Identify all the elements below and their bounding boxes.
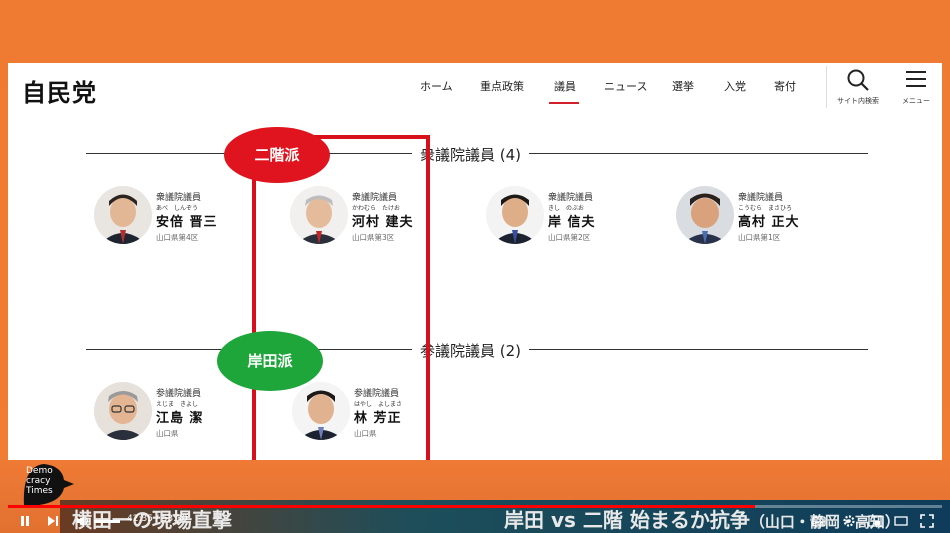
- nikai-faction-label: 二階派: [224, 127, 330, 183]
- player-controls: 42:35 / 53:30: [0, 510, 950, 533]
- nav-item-policy[interactable]: 重点政策: [480, 78, 524, 94]
- member-photo: [486, 186, 544, 244]
- highlight-box: [252, 135, 430, 474]
- settings-gear-icon[interactable]: [842, 514, 856, 528]
- playback-time: 42:35 / 53:30: [127, 514, 188, 524]
- video-progress-bar[interactable]: [8, 505, 942, 508]
- hamburger-icon: [906, 71, 926, 87]
- member-photo: [94, 186, 152, 244]
- member-role: 衆議院議員: [738, 193, 784, 203]
- volume-slider[interactable]: [94, 520, 120, 523]
- miniplayer-icon[interactable]: [868, 514, 882, 528]
- member-card-kishi[interactable]: 衆議院議員 きし のぶお 岸 信夫 山口県第2区: [486, 186, 636, 256]
- nav-active-indicator: [549, 102, 579, 104]
- nav-item-home[interactable]: ホーム: [420, 78, 453, 94]
- menu-button[interactable]: メニュー: [898, 66, 934, 106]
- member-card-abe[interactable]: 衆議院議員 あべ しんぞう 安倍 晋三 山口県第4区: [94, 186, 244, 256]
- nav-item-donate[interactable]: 寄付: [774, 78, 796, 94]
- next-icon[interactable]: [46, 514, 60, 528]
- nav-item-news[interactable]: ニュース: [604, 78, 647, 94]
- site-search-button[interactable]: サイト内検索: [836, 66, 880, 106]
- member-district: 山口県: [156, 429, 179, 438]
- member-photo: [676, 186, 734, 244]
- member-card-ejima[interactable]: 参議院議員 えじま きよし 江島 潔 山口県: [94, 382, 244, 452]
- nav-item-election[interactable]: 選挙: [672, 78, 694, 94]
- member-card-komura[interactable]: 衆議院議員 こうむら まさひろ 高村 正大 山口県第1区: [676, 186, 836, 256]
- kishida-faction-label: 岸田派: [217, 331, 323, 391]
- member-role: 参議院議員: [156, 389, 202, 399]
- party-logo[interactable]: 自民党: [22, 73, 97, 108]
- search-label: サイト内検索: [837, 97, 879, 105]
- channel-logo-text: Demo cracy Times: [26, 466, 53, 496]
- member-role: 衆議院議員: [548, 193, 594, 203]
- channel-logo: Demo cracy Times: [20, 460, 76, 510]
- nav-item-join[interactable]: 入党: [724, 78, 746, 94]
- member-photo: [94, 382, 152, 440]
- member-district: 山口県第2区: [548, 233, 591, 242]
- member-name: 安倍 晋三: [156, 215, 218, 230]
- member-district: 山口県第1区: [738, 233, 781, 242]
- subtitles-icon[interactable]: [812, 514, 826, 528]
- menu-label: メニュー: [902, 97, 930, 105]
- member-name: 高村 正大: [738, 215, 800, 230]
- pause-icon[interactable]: [18, 514, 32, 528]
- nav-item-members[interactable]: 議員: [554, 78, 576, 94]
- member-name: 江島 潔: [156, 411, 204, 426]
- fullscreen-icon[interactable]: [920, 514, 934, 528]
- member-district: 山口県第4区: [156, 233, 199, 242]
- theater-mode-icon[interactable]: [894, 514, 908, 528]
- search-icon: [847, 69, 869, 91]
- member-role: 衆議院議員: [156, 193, 202, 203]
- member-name: 岸 信夫: [548, 215, 596, 230]
- progress-played: [8, 505, 756, 508]
- volume-icon[interactable]: [76, 514, 90, 528]
